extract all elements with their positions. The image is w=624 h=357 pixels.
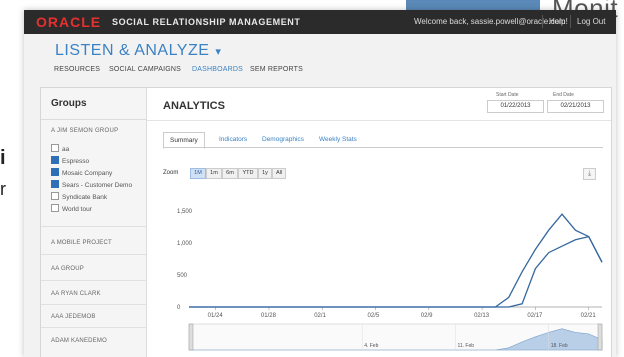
x-tick-label: 02/17 [527,313,543,319]
topbar-separator [542,15,543,28]
logout-link[interactable]: Log Out [577,17,605,26]
group-item-label: Espresso [62,158,90,165]
module-title-dropdown[interactable]: LISTEN & ANALYZE ▾ [55,42,221,60]
navigator-right-handle [597,323,603,351]
analytics-line-chart: 0 500 1,000 1,500 01/24 01/28 02/1 02/5 02/9 02/1… [177,209,603,351]
x-tick-label: 02/9 [421,313,433,319]
navigator-label: 18. Feb [551,343,568,349]
navigator-label: 4. Feb [364,343,378,349]
y-tick-label: 500 [177,273,188,279]
x-tick-label: 01/28 [261,313,277,319]
x-tick-label: 01/24 [208,313,224,319]
top-bar: ORACLE SOCIAL RELATIONSHIP MANAGEMENT We… [24,10,616,34]
group-item-label: Sears - Customer Demo [62,182,133,189]
background-text-fragment-1: i [0,147,6,169]
y-tick-label: 1,000 [177,241,193,247]
group-checkbox-item[interactable]: Espresso [51,156,89,165]
dashboard-panel: Groups A JIM SEMON GROUP aa Espresso Mos… [40,87,612,357]
product-name: SOCIAL RELATIONSHIP MANAGEMENT [112,17,301,27]
topbar-separator [570,15,571,28]
srm-app-window: ORACLE SOCIAL RELATIONSHIP MANAGEMENT We… [24,10,616,357]
help-link[interactable]: Help [549,17,565,26]
analytics-main: ANALYTICS Start Date 01/22/2013 End Date… [147,88,611,357]
group-checkbox-item[interactable]: Sears - Customer Demo [51,180,132,189]
background-text-fragment-2: r [0,179,6,199]
x-tick-label: 02/21 [581,313,597,319]
group-checkbox-item[interactable]: Mosaic Company [51,168,112,177]
series-line-1 [189,213,603,308]
oracle-logo[interactable]: ORACLE [36,14,101,30]
nav-tab-resources[interactable]: RESOURCES [54,66,100,73]
sidebar-separator [41,280,146,281]
groups-sidebar: Groups A JIM SEMON GROUP aa Espresso Mos… [41,88,147,357]
checkbox[interactable] [51,192,59,200]
welcome-message: Welcome back, sassie.powell@oracle.com! [414,17,568,26]
group-checkbox-item[interactable]: World tour [51,204,92,213]
sidebar-group-link[interactable]: ADAM KANEDEMO [51,338,107,344]
group-item-label: World tour [62,206,92,213]
sidebar-group-link[interactable]: AA GROUP [51,266,84,272]
checkbox[interactable] [51,204,59,212]
module-title: LISTEN & ANALYZE [55,42,210,59]
sidebar-group-link[interactable]: A MOBILE PROJECT [51,240,112,246]
chevron-down-icon: ▾ [215,46,222,58]
sidebar-group-link[interactable]: AA RYAN CLARK [51,291,101,297]
nav-tab-sem-reports[interactable]: SEM REPORTS [250,66,303,73]
x-tick-label: 02/5 [368,313,380,319]
navigator-left-handle [188,323,194,351]
x-tick-label: 02/13 [474,313,490,319]
sidebar-separator [41,226,146,227]
sidebar-separator [41,327,146,328]
group-heading: A JIM SEMON GROUP [51,128,119,134]
group-item-label: aa [62,146,70,153]
y-tick-label: 0 [177,305,181,311]
navigator-label: 11. Feb [457,343,474,349]
groups-title: Groups [51,98,87,109]
group-item-label: Mosaic Company [62,170,113,177]
sidebar-separator [41,254,146,255]
group-item-label: Syndicate Bank [62,194,108,201]
checkbox-checked[interactable] [51,168,59,176]
y-tick-label: 1,500 [177,209,193,215]
x-tick-label: 02/1 [314,313,326,319]
nav-tab-social-campaigns[interactable]: SOCIAL CAMPAIGNS [109,66,181,73]
sidebar-separator [41,304,146,305]
sidebar-divider [41,119,146,120]
checkbox-checked[interactable] [51,180,59,188]
group-checkbox-item[interactable]: aa [51,144,69,153]
series-line-2 [189,235,603,308]
sidebar-group-link[interactable]: AAA JEDEMOB [51,314,96,320]
checkbox[interactable] [51,144,59,152]
checkbox-checked[interactable] [51,156,59,164]
group-checkbox-item[interactable]: Syndicate Bank [51,192,107,201]
nav-tab-dashboards[interactable]: DASHBOARDS [192,66,243,73]
